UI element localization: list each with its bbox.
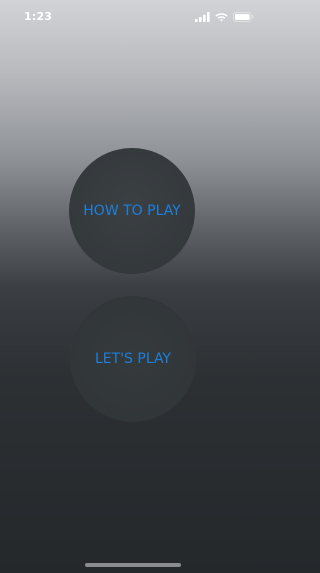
lets-play-button[interactable]: LET'S PLAY [70,296,196,422]
how-to-play-label: HOW TO PLAY [83,203,181,219]
status-bar: 1:23 [0,0,265,34]
lets-play-label: LET'S PLAY [95,351,171,367]
how-to-play-button[interactable]: HOW TO PLAY [69,148,195,274]
home-indicator[interactable] [85,563,181,567]
wifi-icon [215,7,228,26]
battery-icon [233,7,254,26]
cellular-signal-icon [195,7,210,26]
status-time: 1:23 [24,10,53,23]
status-icons [195,11,254,22]
